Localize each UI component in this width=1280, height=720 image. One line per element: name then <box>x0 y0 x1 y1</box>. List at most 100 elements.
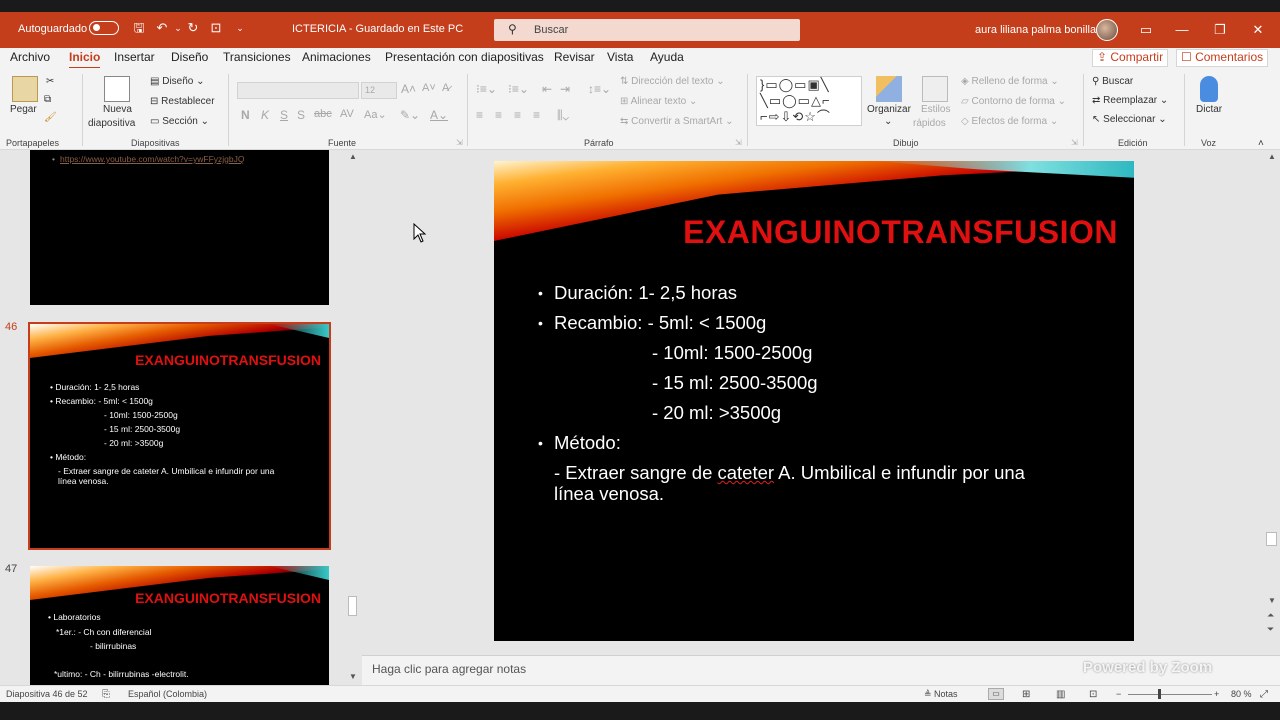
zoom-in-icon[interactable]: + <box>1214 689 1219 699</box>
section-button[interactable]: ▭ Sección ⌄ <box>150 116 209 127</box>
zoom-level[interactable]: 80 % <box>1231 689 1252 699</box>
tab-archivo[interactable]: Archivo <box>10 50 50 64</box>
present-icon[interactable]: ⊡ <box>208 20 224 36</box>
smartart-button[interactable]: ⇆ Convertir a SmartArt ⌄ <box>620 116 733 127</box>
save-icon[interactable]: 🖫 <box>131 20 147 36</box>
tab-animaciones[interactable]: Animaciones <box>302 50 371 64</box>
text-direction-button[interactable]: ⇅ Dirección del texto ⌄ <box>620 76 725 87</box>
layout-button[interactable]: ▤ Diseño ⌄ <box>150 76 205 87</box>
notes-placeholder[interactable]: Haga clic para agregar notas <box>372 662 526 676</box>
shape-fill-button[interactable]: ◈ Relleno de forma ⌄ <box>961 76 1059 87</box>
font-color-icon[interactable]: A⌄ <box>430 108 448 122</box>
justify-icon[interactable]: ≡ <box>533 108 540 122</box>
quick-styles-label-1[interactable]: Estilos <box>921 104 950 115</box>
tab-transiciones[interactable]: Transiciones <box>223 50 291 64</box>
new-slide-label-2[interactable]: diapositiva <box>88 118 135 129</box>
italic-icon[interactable]: K <box>261 108 269 122</box>
avatar[interactable] <box>1096 19 1118 41</box>
drawing-dialog-launcher-icon[interactable]: ⇲ <box>1071 138 1078 147</box>
restore-icon[interactable]: ❐ <box>1210 20 1230 40</box>
arrange-dropdown-icon[interactable]: ⌄ <box>884 116 892 127</box>
redo-icon[interactable]: ↻ <box>185 20 201 36</box>
bold-icon[interactable]: N <box>241 108 250 122</box>
numbering-icon[interactable]: ⁝≡⌄ <box>508 82 529 96</box>
underline-icon[interactable]: S <box>280 108 288 122</box>
close-icon[interactable]: ✕ <box>1248 20 1268 40</box>
strikethrough-icon[interactable]: abc <box>314 108 332 120</box>
search-box[interactable]: ⚲ Buscar <box>494 19 800 41</box>
thumbnail-slide-46[interactable]: EXANGUINOTRANSFUSION • Duración: 1- 2,5 … <box>28 322 331 550</box>
slide-metodo[interactable]: Método: <box>554 432 621 454</box>
undo-dropdown-icon[interactable]: ⌄ <box>170 20 186 36</box>
scroll-down-icon[interactable]: ▼ <box>1268 596 1276 605</box>
slide-metodo-text-2[interactable]: línea venosa. <box>554 483 664 505</box>
line-spacing-icon[interactable]: ↕≡⌄ <box>588 82 611 96</box>
tab-ayuda[interactable]: Ayuda <box>650 50 684 64</box>
new-slide-icon[interactable] <box>104 76 130 102</box>
comments-button[interactable]: ☐ Comentarios <box>1176 49 1268 67</box>
align-right-icon[interactable]: ≡ <box>514 108 521 122</box>
thumbnail-scroll-thumb[interactable] <box>348 596 357 616</box>
microphone-icon[interactable] <box>1200 76 1218 102</box>
slideshow-icon[interactable]: ⊡ <box>1089 689 1097 700</box>
zoom-out-icon[interactable]: − <box>1116 689 1121 699</box>
change-case-icon[interactable]: Aa⌄ <box>364 108 387 121</box>
accessibility-icon[interactable]: ⎘ <box>102 689 110 700</box>
align-text-button[interactable]: ⊞ Alinear texto ⌄ <box>620 96 697 107</box>
language-indicator[interactable]: Español (Colombia) <box>128 689 207 699</box>
tab-insertar[interactable]: Insertar <box>114 50 155 64</box>
slide-metodo-text[interactable]: - Extraer sangre de cateter A. Umbilical… <box>554 462 1025 484</box>
bullets-icon[interactable]: ⁝≡⌄ <box>476 82 497 96</box>
ribbon-display-icon[interactable]: ▭ <box>1136 20 1156 40</box>
copy-icon[interactable]: ⧉ <box>44 94 51 105</box>
quick-styles-icon[interactable] <box>922 76 948 102</box>
new-slide-label-1[interactable]: Nueva <box>103 104 132 115</box>
slide-recambio-15[interactable]: - 15 ml: 2500-3500g <box>652 372 818 394</box>
slide-recambio-20[interactable]: - 20 ml: >3500g <box>652 402 781 424</box>
minimize-icon[interactable]: — <box>1172 20 1192 40</box>
font-name-field[interactable] <box>237 82 359 99</box>
zoom-slider[interactable] <box>1128 694 1212 695</box>
replace-button[interactable]: ⇄ Reemplazar ⌄ <box>1092 95 1168 106</box>
select-button[interactable]: ↖ Seleccionar ⌄ <box>1092 114 1167 125</box>
autosave-toggle[interactable] <box>89 21 119 35</box>
shape-outline-button[interactable]: ▱ Contorno de forma ⌄ <box>961 96 1066 107</box>
spacing-icon[interactable]: AV <box>340 108 354 120</box>
previous-slide-icon[interactable]: ⏶ <box>1267 610 1274 621</box>
user-name[interactable]: aura liliana palma bonilla <box>975 24 1096 36</box>
font-dialog-launcher-icon[interactable]: ⇲ <box>456 138 463 147</box>
canvas-scrollbar[interactable]: ▲ ▼ ⏶ ⏷ <box>1264 150 1280 655</box>
tab-presentacion[interactable]: Presentación con diapositivas <box>385 50 544 64</box>
decrease-indent-icon[interactable]: ⇤ <box>542 82 552 96</box>
slide-recambio[interactable]: Recambio: - 5ml: < 1500g <box>554 312 766 334</box>
align-center-icon[interactable]: ≡ <box>495 108 502 122</box>
undo-icon[interactable]: ↶ <box>154 20 170 36</box>
columns-icon[interactable]: ⫼⌄ <box>557 108 569 123</box>
thumbnail-scrollbar[interactable]: ▲ ▼ <box>346 150 360 685</box>
align-left-icon[interactable]: ≡ <box>476 108 483 122</box>
shapes-gallery[interactable]: }▭◯▭▣╲ ╲▭◯▭△⌐ ⌐⇨⇩⟲☆⌒ <box>756 76 862 126</box>
thumbnail-slide-47[interactable]: EXANGUINOTRANSFUSION • Laboratorios *1er… <box>30 566 329 685</box>
dictate-label[interactable]: Dictar <box>1196 104 1222 115</box>
scroll-up-icon[interactable]: ▲ <box>349 152 357 161</box>
tab-vista[interactable]: Vista <box>607 50 633 64</box>
font-size-field[interactable]: 12 <box>361 82 397 99</box>
format-painter-icon[interactable]: 🖌 <box>44 112 57 123</box>
share-button[interactable]: ⇪ Compartir <box>1092 49 1168 67</box>
arrange-label[interactable]: Organizar <box>867 104 911 115</box>
slide-sorter-icon[interactable]: ⊞ <box>1022 689 1030 700</box>
canvas-scroll-thumb[interactable] <box>1266 532 1277 546</box>
normal-view-icon[interactable]: ▭ <box>988 688 1004 700</box>
arrange-icon[interactable] <box>876 76 902 102</box>
slide-duracion[interactable]: Duración: 1- 2,5 horas <box>554 282 737 304</box>
highlight-icon[interactable]: ✎⌄ <box>400 108 420 122</box>
clear-format-icon[interactable]: A̷ <box>442 82 449 94</box>
reading-view-icon[interactable]: ▥ <box>1056 689 1065 700</box>
notes-toggle[interactable]: ≜ Notas <box>924 689 958 700</box>
tab-diseno[interactable]: Diseño <box>171 50 208 64</box>
grow-font-icon[interactable]: A˄ <box>401 82 416 96</box>
tab-inicio[interactable]: Inicio <box>69 50 101 69</box>
paragraph-dialog-launcher-icon[interactable]: ⇲ <box>735 138 742 147</box>
customize-toolbar-icon[interactable]: ⌄ <box>232 20 248 36</box>
next-slide-icon[interactable]: ⏷ <box>1267 624 1274 635</box>
